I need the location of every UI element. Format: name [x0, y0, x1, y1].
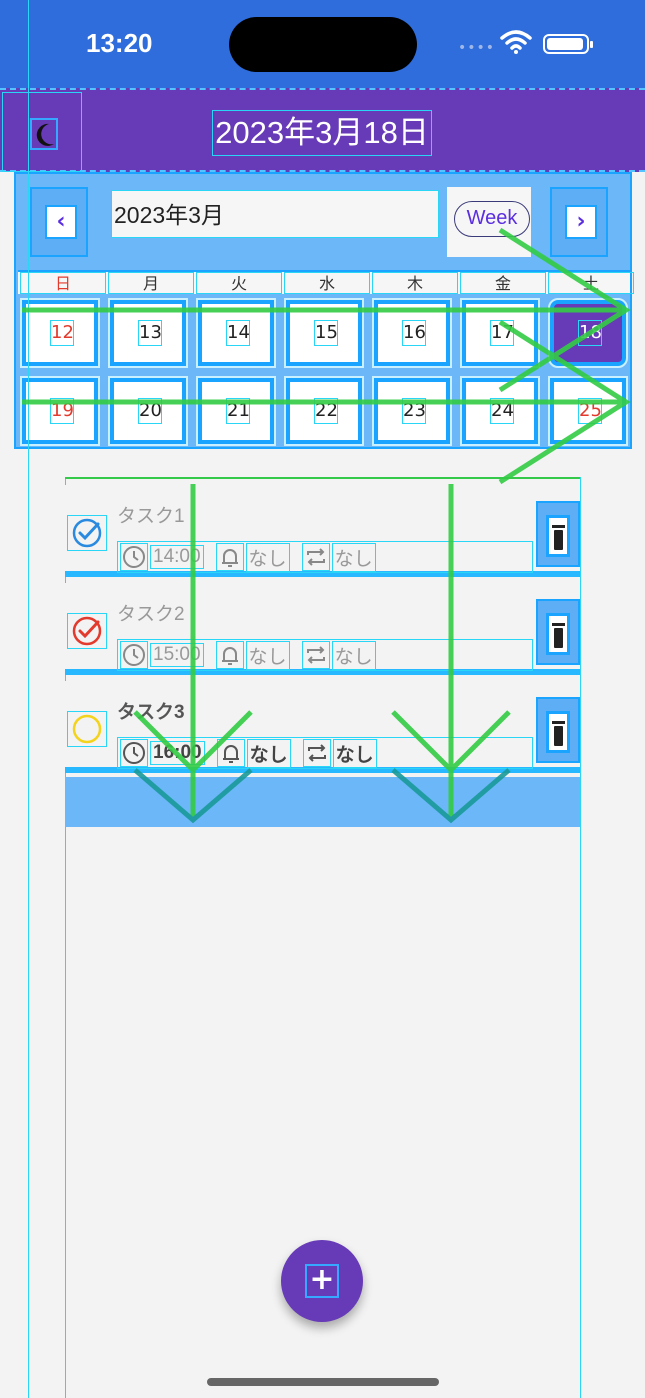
add-task-button[interactable]: + — [281, 1240, 363, 1322]
scroll-direction-overlay — [22, 227, 631, 824]
plus-icon: + — [305, 1264, 339, 1298]
home-indicator[interactable] — [207, 1378, 439, 1386]
horizontal-scroll-arrows — [22, 227, 631, 485]
vertical-scroll-arrows — [133, 484, 511, 824]
app-screen: 13:20 •••• 2023年3月18日 ‹ 2023年3月 Week › 日… — [0, 0, 645, 1398]
